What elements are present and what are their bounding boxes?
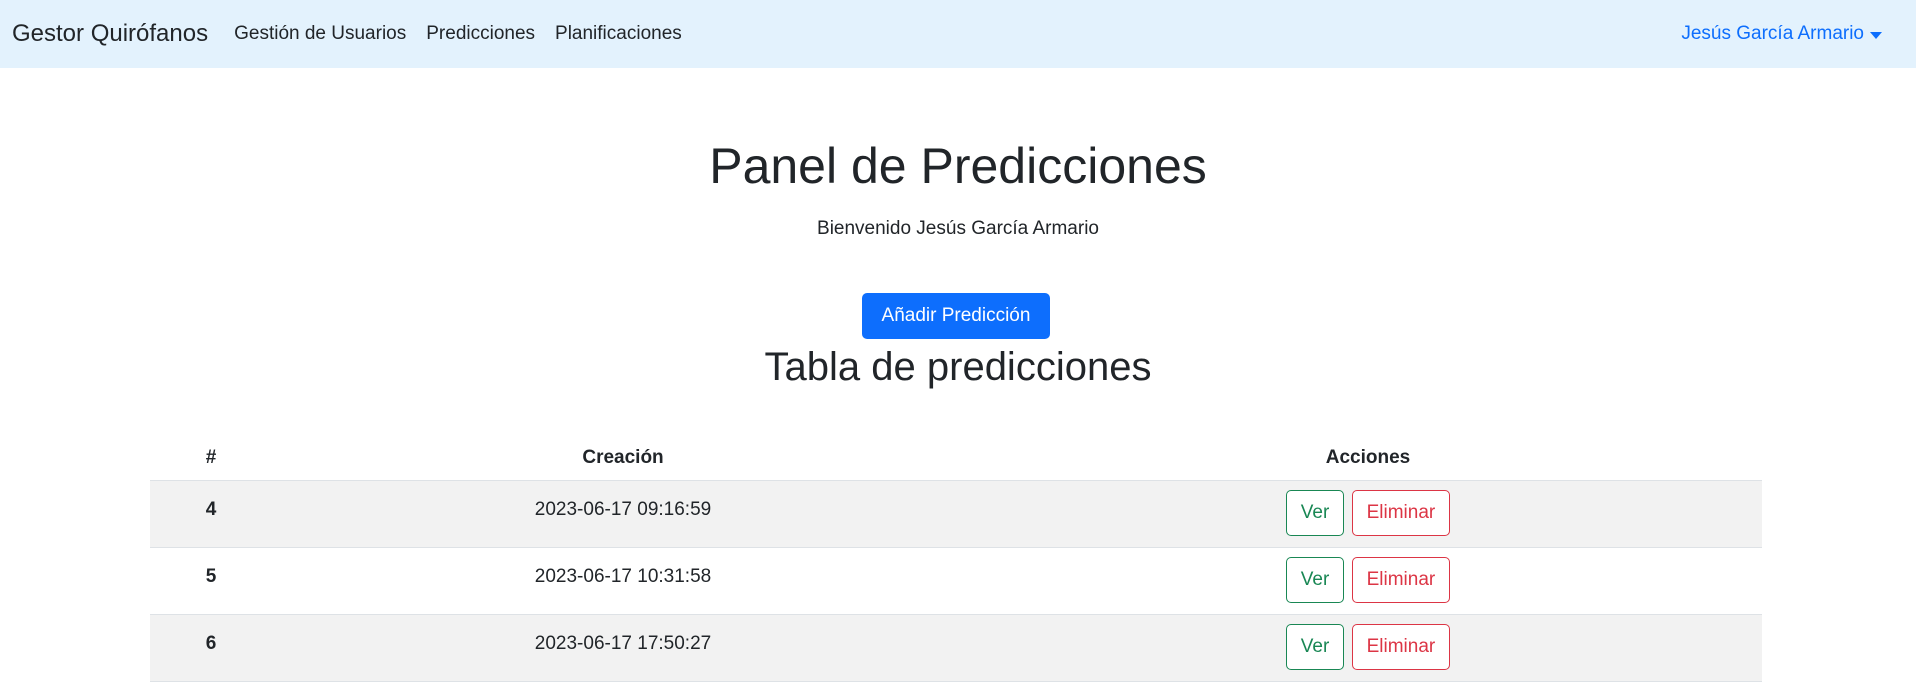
view-button[interactable]: Ver bbox=[1285, 624, 1345, 670]
delete-button[interactable]: Eliminar bbox=[1351, 624, 1451, 670]
page-title: Panel de Predicciones bbox=[709, 138, 1207, 194]
header-creation: Creación bbox=[272, 436, 974, 481]
row-id: 5 bbox=[150, 547, 272, 615]
table-row: 5 2023-06-17 10:31:58 Ver Eliminar bbox=[150, 547, 1762, 615]
table-header-row: # Creación Acciones bbox=[150, 436, 1762, 481]
row-created: 2023-06-17 17:50:27 bbox=[272, 614, 974, 682]
row-id: 6 bbox=[150, 614, 272, 682]
table-row: 6 2023-06-17 17:50:27 Ver Eliminar bbox=[150, 614, 1762, 682]
row-created: 2023-06-17 09:16:59 bbox=[272, 480, 974, 548]
delete-button[interactable]: Eliminar bbox=[1351, 557, 1451, 603]
row-created: 2023-06-17 10:31:58 bbox=[272, 547, 974, 615]
row-actions: Ver Eliminar bbox=[974, 480, 1762, 548]
add-prediction-button[interactable]: Añadir Predicción bbox=[862, 293, 1050, 339]
table-title: Tabla de predicciones bbox=[764, 345, 1152, 389]
header-actions: Acciones bbox=[974, 436, 1762, 481]
row-id: 4 bbox=[150, 480, 272, 548]
row-actions: Ver Eliminar bbox=[974, 547, 1762, 615]
welcome-text: Bienvenido Jesús García Armario bbox=[817, 218, 1099, 239]
header-id: # bbox=[150, 436, 272, 481]
delete-button[interactable]: Eliminar bbox=[1351, 490, 1451, 536]
row-actions: Ver Eliminar bbox=[974, 614, 1762, 682]
view-button[interactable]: Ver bbox=[1285, 557, 1345, 603]
view-button[interactable]: Ver bbox=[1285, 490, 1345, 536]
table-row: 4 2023-06-17 09:16:59 Ver Eliminar bbox=[150, 480, 1762, 548]
predictions-table: # Creación Acciones 4 2023-06-17 09:16:5… bbox=[150, 436, 1762, 682]
